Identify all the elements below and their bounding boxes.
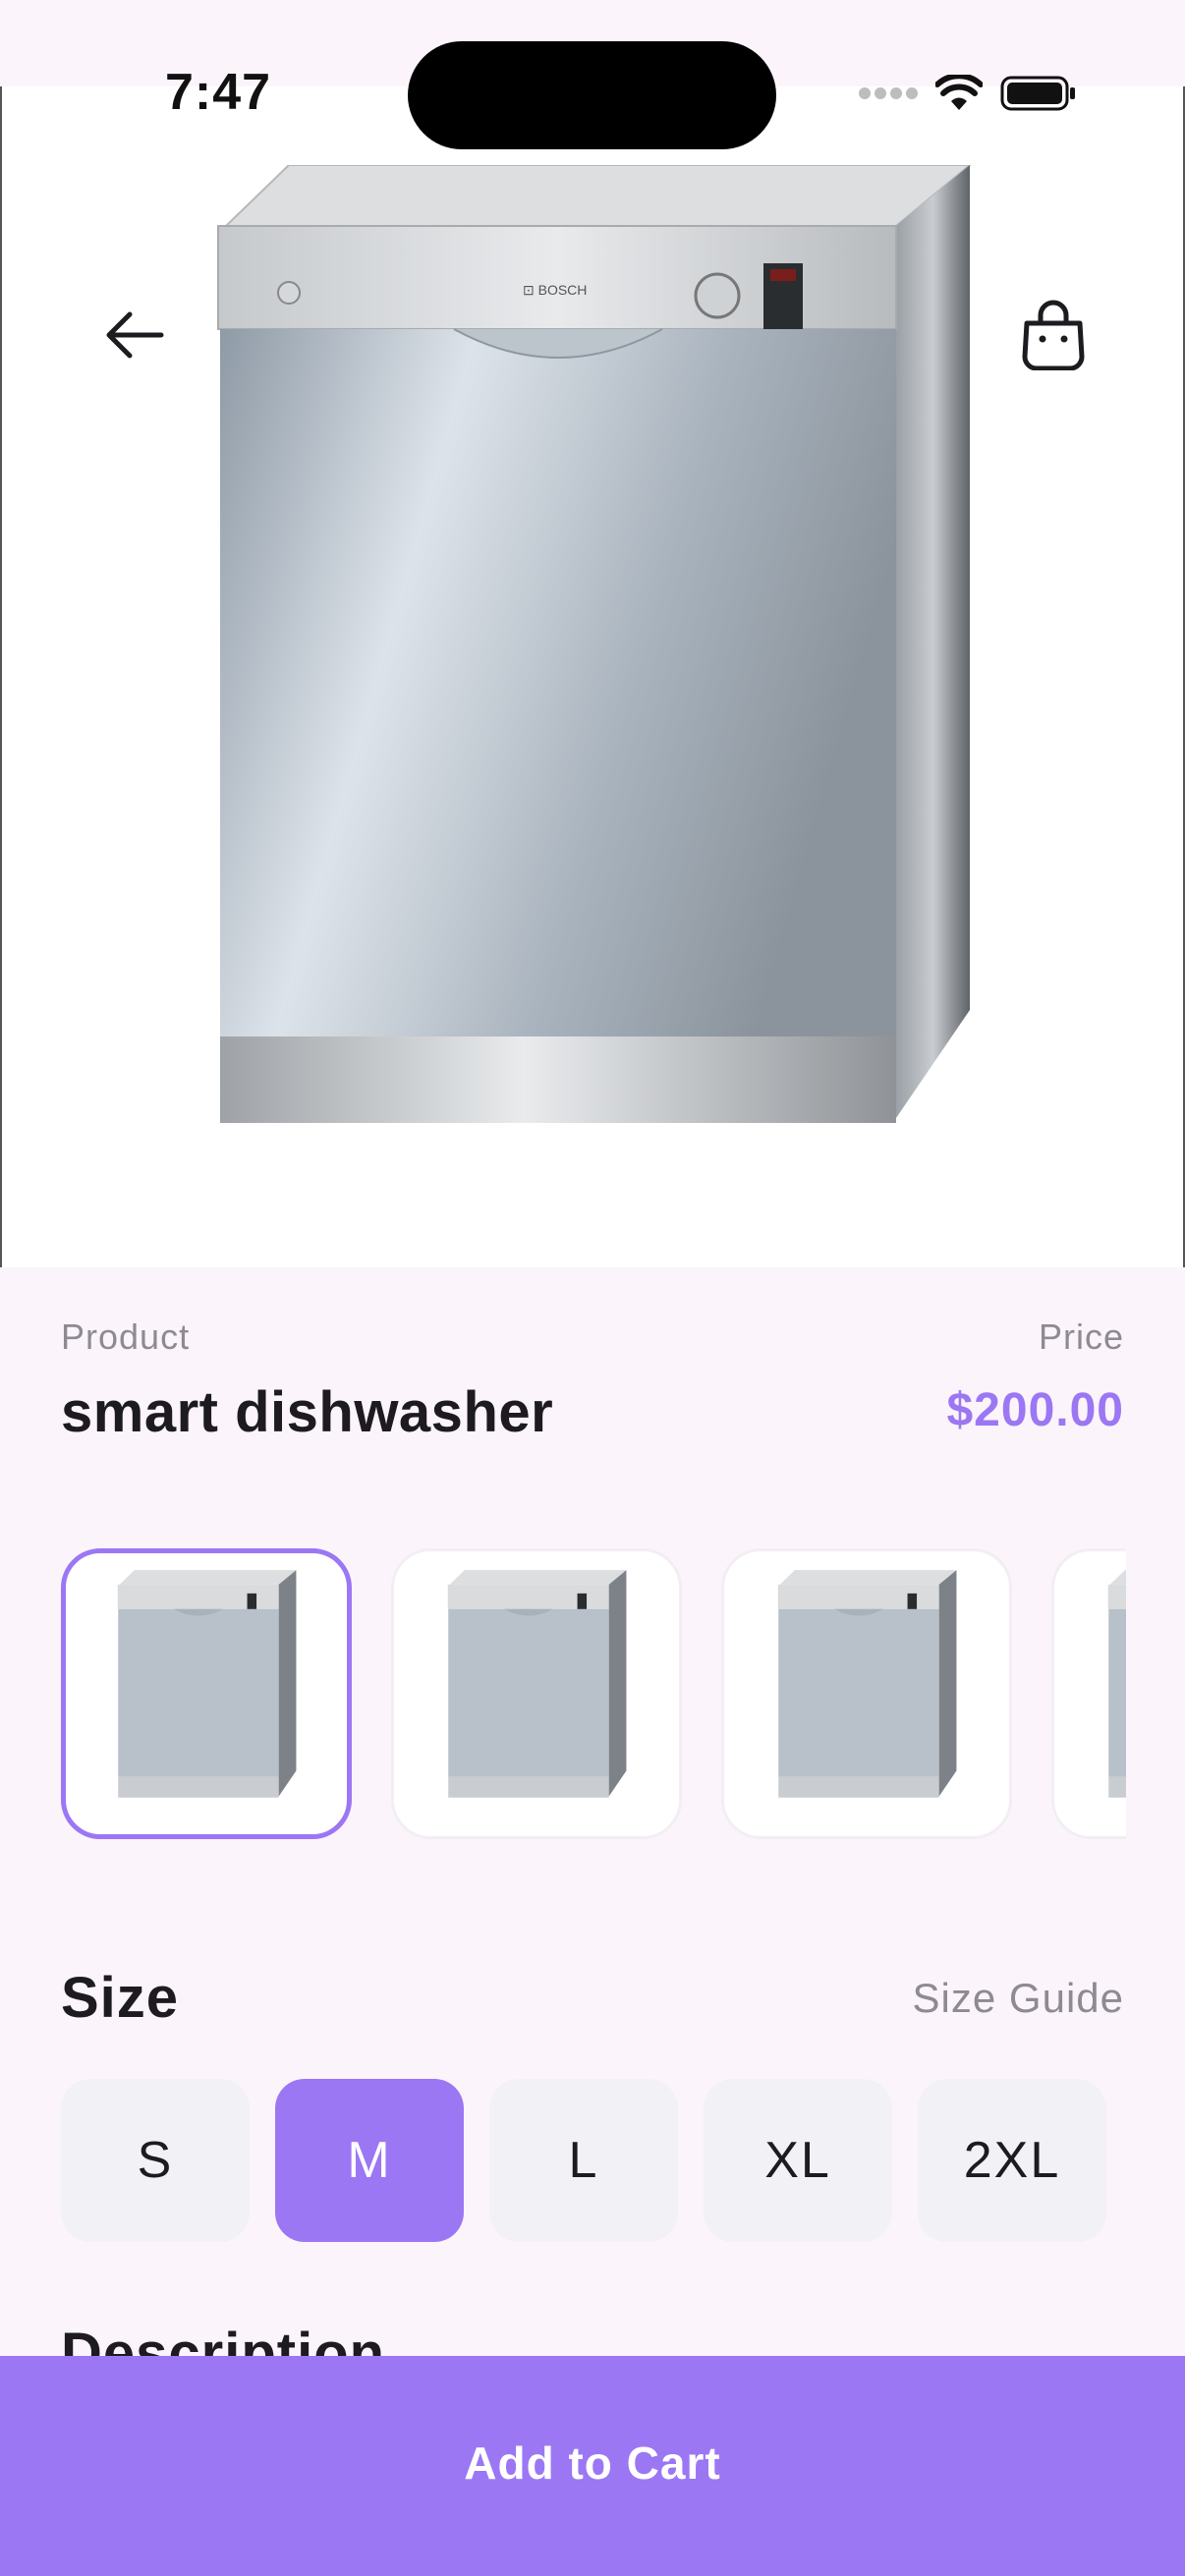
status-bar: 7:47 — [0, 0, 1185, 149]
thumbnail-item[interactable] — [391, 1548, 682, 1839]
product-price: $200.00 — [946, 1384, 1124, 1436]
product-image: ⊡ BOSCH — [217, 165, 972, 1123]
thumbnail-item[interactable] — [1051, 1548, 1126, 1839]
thumbnail-image — [1107, 1570, 1126, 1798]
size-option-l[interactable]: L — [489, 2079, 678, 2242]
size-title: Size — [61, 1966, 180, 2030]
size-option-2xl[interactable]: 2XL — [918, 2079, 1106, 2242]
signal-icon — [857, 84, 918, 108]
battery-icon — [1000, 75, 1077, 117]
thumbnail-item[interactable] — [721, 1548, 1012, 1839]
thumbnail-image — [777, 1570, 957, 1798]
thumbnail-image — [117, 1570, 297, 1798]
back-button[interactable] — [90, 293, 179, 381]
thumbnail-item[interactable] — [61, 1548, 352, 1839]
status-time: 7:47 — [165, 64, 272, 121]
size-options: S M L XL 2XL — [61, 2079, 1106, 2242]
arrow-left-icon — [104, 310, 165, 364]
product-info: Product smart dishwasher Price $200.00 — [61, 1316, 1124, 1445]
size-header: Size Size Guide — [61, 1965, 1124, 2031]
size-option-m[interactable]: M — [275, 2079, 464, 2242]
dynamic-island — [408, 41, 776, 149]
thumbnail-image — [447, 1570, 627, 1798]
product-image-area: ⊡ BOSCH — [0, 86, 1185, 1267]
size-option-xl[interactable]: XL — [704, 2079, 892, 2242]
cart-button[interactable] — [1009, 293, 1098, 381]
status-icons — [857, 73, 1077, 117]
image-thumbnails — [61, 1548, 1126, 1841]
product-detail-screen: 7:47 ⊡ BOSCH Product smart dishwasher Pr… — [0, 0, 1185, 2576]
product-label: Product — [61, 1316, 191, 1357]
wifi-icon — [934, 73, 984, 117]
size-option-s[interactable]: S — [61, 2079, 250, 2242]
svg-text:⊡ BOSCH: ⊡ BOSCH — [523, 282, 587, 298]
product-name: smart dishwasher — [61, 1380, 554, 1444]
add-to-cart-button[interactable]: Add to Cart — [0, 2356, 1185, 2576]
add-to-cart-label: Add to Cart — [464, 2437, 721, 2489]
price-label: Price — [1038, 1316, 1124, 1357]
size-guide-link[interactable]: Size Guide — [913, 1975, 1124, 2022]
shopping-bag-icon — [1019, 300, 1088, 375]
